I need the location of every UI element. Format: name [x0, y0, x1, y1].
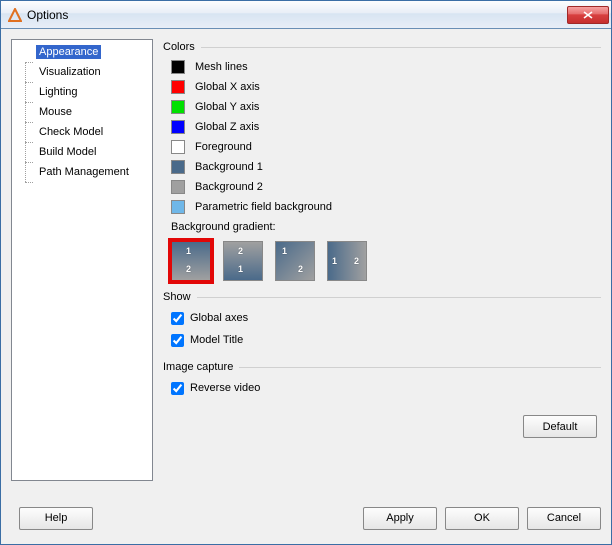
content-area: Appearance Visualization Lighting Mouse Chec… [1, 29, 611, 498]
color-label: Global Z axis [195, 121, 259, 133]
tree-label: Lighting [36, 85, 81, 99]
color-label: Global X axis [195, 81, 260, 93]
tree-label: Check Model [36, 125, 106, 139]
default-button[interactable]: Default [523, 415, 597, 438]
show-group: Show Global axes Model Title [161, 291, 601, 351]
show-title: Show [163, 291, 191, 303]
color-row[interactable]: Global Y axis [163, 97, 601, 117]
show-checkbox[interactable] [171, 334, 184, 347]
app-icon [7, 7, 23, 23]
color-label: Parametric field background [195, 201, 332, 213]
category-tree: Appearance Visualization Lighting Mouse Chec… [11, 39, 153, 481]
divider [201, 47, 601, 48]
capture-title: Image capture [163, 361, 233, 373]
gradient-num-1: 1 [186, 246, 191, 256]
gradient-num-2: 2 [354, 256, 359, 266]
tree-item-appearance[interactable]: Appearance [12, 42, 152, 62]
color-swatch[interactable] [171, 200, 185, 214]
help-button[interactable]: Help [19, 507, 93, 530]
color-row[interactable]: Parametric field background [163, 197, 601, 217]
tree-item-lighting[interactable]: Lighting [12, 82, 152, 102]
gradient-option-vertical[interactable]: 12 [171, 241, 211, 281]
color-swatch[interactable] [171, 180, 185, 194]
color-label: Background 1 [195, 161, 263, 173]
ok-button[interactable]: OK [445, 507, 519, 530]
button-bar: Help Apply OK Cancel [1, 498, 611, 544]
gradient-num-1: 1 [332, 256, 337, 266]
gradient-row: 12121212 [163, 235, 601, 281]
gradient-num-1: 1 [282, 246, 287, 256]
gradient-num-2: 2 [238, 246, 243, 256]
settings-pane: Colors Mesh lines Global X axis Global Y a… [161, 39, 601, 498]
color-row[interactable]: Mesh lines [163, 57, 601, 77]
capture-label: Reverse video [190, 382, 260, 394]
gradient-num-2: 2 [298, 264, 303, 274]
gradient-num-2: 2 [186, 264, 191, 274]
color-row[interactable]: Background 2 [163, 177, 601, 197]
color-swatch[interactable] [171, 60, 185, 74]
gradient-num-1: 1 [238, 264, 243, 274]
tree-label: Visualization [36, 65, 104, 79]
show-row: Model Title [163, 329, 601, 351]
capture-group: Image capture Reverse video [161, 361, 601, 399]
capture-row: Reverse video [163, 377, 601, 399]
gradient-option-horizontal[interactable]: 12 [327, 241, 367, 281]
show-label: Global axes [190, 312, 248, 324]
color-swatch[interactable] [171, 100, 185, 114]
color-label: Background 2 [195, 181, 263, 193]
gradient-option-vertical-rev[interactable]: 12 [223, 241, 263, 281]
tree-item-mouse[interactable]: Mouse [12, 102, 152, 122]
divider [197, 297, 601, 298]
tree-item-build-model[interactable]: Build Model [12, 142, 152, 162]
titlebar: Options [1, 1, 611, 29]
color-swatch[interactable] [171, 140, 185, 154]
cancel-button[interactable]: Cancel [527, 507, 601, 530]
color-label: Global Y axis [195, 101, 259, 113]
tree-label: Mouse [36, 105, 75, 119]
gradient-option-diagonal[interactable]: 12 [275, 241, 315, 281]
color-swatch[interactable] [171, 80, 185, 94]
apply-button[interactable]: Apply [363, 507, 437, 530]
color-swatch[interactable] [171, 160, 185, 174]
tree-item-check-model[interactable]: Check Model [12, 122, 152, 142]
window-title: Options [27, 8, 567, 22]
color-row[interactable]: Global X axis [163, 77, 601, 97]
show-row: Global axes [163, 307, 601, 329]
close-button[interactable] [567, 6, 609, 24]
gradient-label: Background gradient: [163, 217, 601, 235]
color-row[interactable]: Global Z axis [163, 117, 601, 137]
tree-label: Path Management [36, 165, 132, 179]
tree-item-visualization[interactable]: Visualization [12, 62, 152, 82]
color-swatch[interactable] [171, 120, 185, 134]
tree-item-path-management[interactable]: Path Management [12, 162, 152, 182]
show-label: Model Title [190, 334, 243, 346]
default-row: Default [161, 409, 601, 438]
tree-label: Appearance [36, 45, 101, 59]
options-dialog: Options Appearance Visualization Lighting M… [0, 0, 612, 545]
tree-label: Build Model [36, 145, 99, 159]
color-label: Mesh lines [195, 61, 248, 73]
colors-title: Colors [163, 41, 195, 53]
show-checkbox[interactable] [171, 312, 184, 325]
color-row[interactable]: Foreground [163, 137, 601, 157]
capture-checkbox[interactable] [171, 382, 184, 395]
color-label: Foreground [195, 141, 252, 153]
colors-group: Colors Mesh lines Global X axis Global Y a… [161, 41, 601, 281]
color-row[interactable]: Background 1 [163, 157, 601, 177]
divider [239, 367, 601, 368]
